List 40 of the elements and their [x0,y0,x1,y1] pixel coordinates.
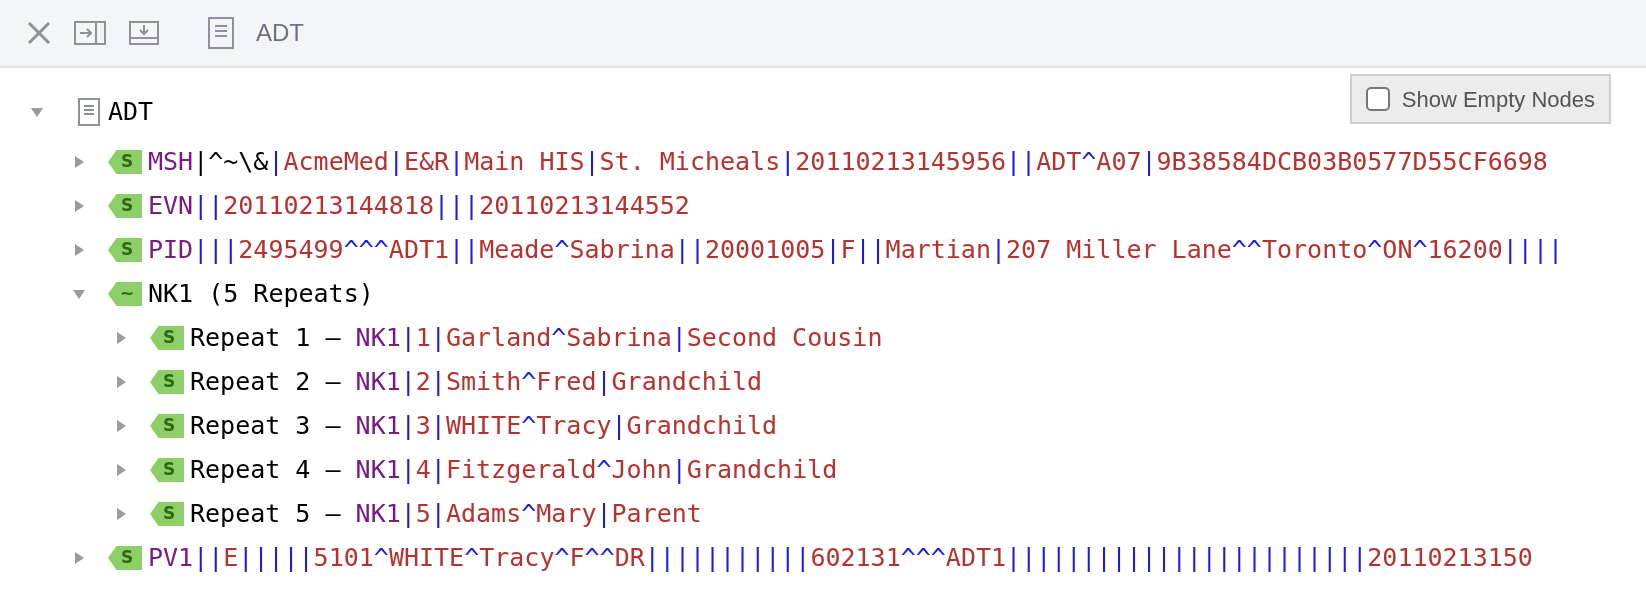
collapse-arrow-icon[interactable] [72,287,86,301]
segment-tag: S [150,326,184,350]
segment-text: PID|||2495499^^^ADT1||Meade^Sabrina||20001005|F||Martian|207 Miller Lane^^Toronto^ON^16200|||| [148,234,1563,267]
segment-tag: S [108,150,142,174]
root-label: ADT [108,96,154,129]
show-empty-nodes-button[interactable]: Show Empty Nodes [1349,74,1611,124]
segment-tag: S [150,502,184,526]
expand-arrow-icon[interactable] [114,375,128,389]
segment-tag: ~ [108,282,142,306]
collapse-arrow-icon[interactable] [30,105,44,119]
segment-text: Repeat 5 – NK1|5|Adams^Mary|Parent [190,498,702,531]
segment-text: Repeat 1 – NK1|1|Garland^Sabrina|Second Cousin [190,322,883,355]
expand-arrow-icon[interactable] [114,419,128,433]
segment-text: Repeat 2 – NK1|2|Smith^Fred|Grandchild [190,366,763,399]
segment-tag: S [150,414,184,438]
expand-arrow-icon[interactable] [72,155,86,169]
document-title: ADT [256,18,304,48]
expand-arrow-icon[interactable] [114,331,128,345]
segment-tag: S [108,194,142,218]
expand-arrow-icon[interactable] [72,243,86,257]
segment-tag: S [150,370,184,394]
segment-text: Repeat 4 – NK1|4|Fitzgerald^John|Grandchild [190,454,838,487]
expand-arrow-icon[interactable] [114,507,128,521]
segment-text: Repeat 3 – NK1|3|WHITE^Tracy|Grandchild [190,410,778,443]
checkbox[interactable] [1365,87,1390,111]
document-icon [78,98,100,126]
close-icon[interactable] [26,20,52,46]
expand-arrow-icon[interactable] [114,463,128,477]
arrow-into-panel-icon[interactable] [74,20,106,46]
segment-tag: S [150,458,184,482]
segment-text: MSH|^~\&|AcmeMed|E&R|Main HIS|St. Micheals|20110213145956||ADT^A07|9B38584DCB03B0577D55CF6698 [148,146,1548,179]
segment-text: PV1||E|||||5101^WHITE^Tracy^F^^DR|||||||||||602131^^^ADT1||||||||||||||||||||||||20110213150 [148,542,1533,575]
document-icon [208,17,234,49]
segment-text: EVN||20110213144818|||20110213144552 [148,190,690,223]
segment-tag: S [108,238,142,262]
expand-arrow-icon[interactable] [72,199,86,213]
expand-arrow-icon[interactable] [72,551,86,565]
download-tray-icon[interactable] [128,20,160,46]
group-label: NK1 (5 Repeats) [148,278,374,311]
segment-tag: S [108,546,142,570]
